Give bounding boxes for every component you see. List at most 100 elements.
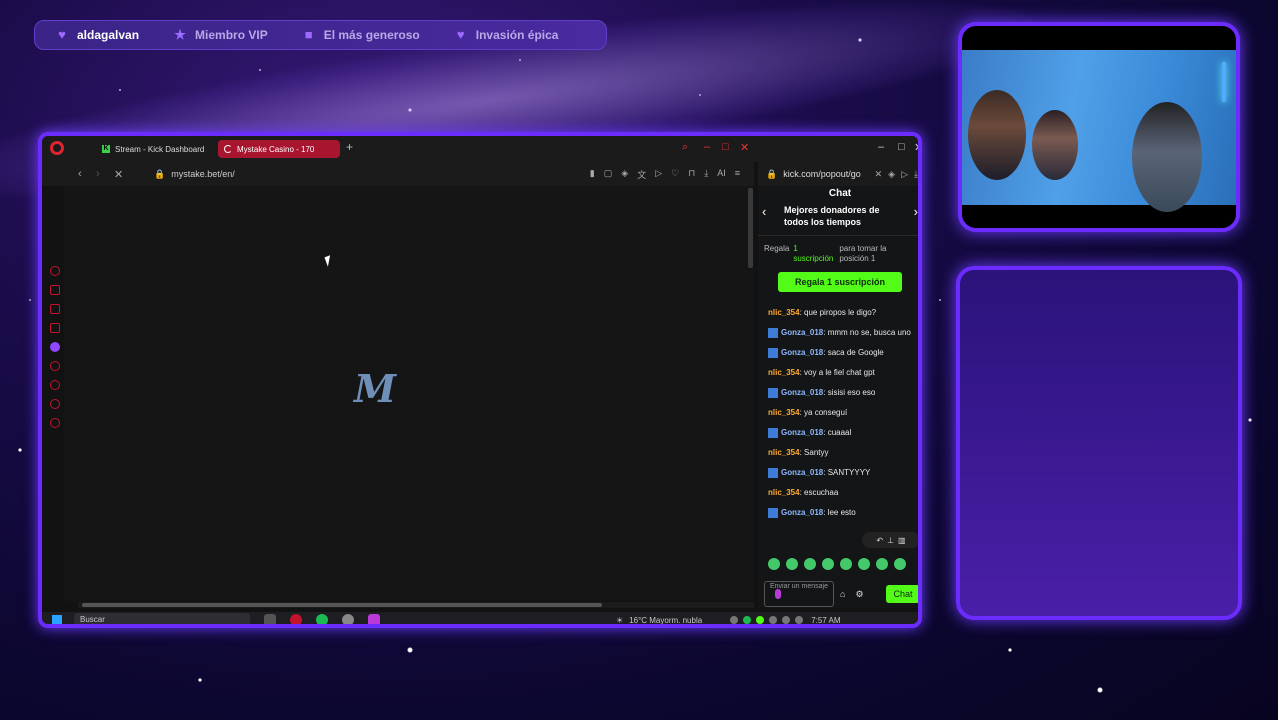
sidebar-settings-icon[interactable] [50,418,60,428]
opera-logo-icon[interactable] [50,141,64,155]
close-button-2[interactable]: ✕ [914,141,918,154]
sidebar-instagram-icon[interactable] [50,323,60,333]
chat-username[interactable]: nlic_354 [768,408,800,417]
emote-icon[interactable] [894,558,906,570]
tray-icon[interactable] [769,616,778,624]
chat-username[interactable]: Gonza_018 [781,388,823,397]
address-bar: ‹ › ✕ 🔒 mystake.bet/en/ ▮ ▢ ◈ 文 ▷ ♡ ⊓ ⤓ … [42,162,754,186]
tray-icon[interactable] [756,616,765,624]
tray-icon[interactable] [730,616,739,624]
mic-icon[interactable] [775,589,781,599]
shield-icon[interactable]: ◈ [888,169,895,180]
weather-widget[interactable]: ☀ 16°C Mayorm. nubla [616,616,702,625]
new-tab-button[interactable]: + [346,140,353,154]
vertical-scrollbar[interactable] [748,188,753,268]
back-button[interactable]: ‹ [78,168,96,180]
minimize-button[interactable]: – [704,141,710,153]
heart-icon: ♥ [58,27,66,42]
chat-username[interactable]: Gonza_018 [781,428,823,437]
person-figure [1032,110,1078,180]
delete-icon[interactable]: ▥ [898,536,906,545]
emote-icon[interactable] [876,558,888,570]
user-badge-icon [768,388,778,398]
chat-message: nlic_354: que piropos le digo? [768,308,877,317]
windows-start-icon[interactable] [52,615,62,624]
pin-icon[interactable]: ⊥ [887,536,894,545]
chevron-right-icon[interactable]: › [914,204,918,219]
taskbar-apps [264,614,380,624]
chat-username[interactable]: nlic_354 [768,368,800,377]
maximize-button[interactable]: □ [722,141,729,153]
sidebar-twitch-icon[interactable] [50,342,60,352]
chat-username[interactable]: Gonza_018 [781,468,823,477]
shield-icon[interactable]: ◈ [621,168,628,181]
emote-icon[interactable] [786,558,798,570]
translate-icon[interactable]: 文 [637,168,646,181]
chat-username[interactable]: nlic_354 [768,448,800,457]
download-icon[interactable]: ⤓ [704,168,708,181]
taskbar-clock: 7:57 AM [811,615,841,625]
ai-button[interactable]: AI [717,168,726,181]
close-icon[interactable]: ✕ [875,169,883,180]
obs-icon[interactable] [342,614,354,624]
sidebar-messenger-icon[interactable] [50,304,60,314]
wallet-icon[interactable]: ⊓ [688,168,695,181]
download-icon[interactable]: ⤓ [914,169,918,180]
chat-username[interactable]: nlic_354 [768,488,800,497]
chat-send-button[interactable]: Chat [886,585,918,603]
store-icon[interactable]: ⌂ [840,589,845,600]
bookmark-icon[interactable]: ▮ [590,168,595,181]
url-field[interactable]: 🔒 mystake.bet/en/ [154,169,235,180]
stop-button[interactable]: ✕ [114,168,132,181]
gear-icon[interactable]: ⚙ [855,589,863,600]
chat-username[interactable]: Gonza_018 [781,508,823,517]
minimize-button-2[interactable]: – [878,141,884,153]
sidebar-wallet-icon[interactable] [50,285,60,295]
chat-username[interactable]: Gonza_018 [781,348,823,357]
chat-username[interactable]: nlic_354 [768,308,800,317]
chat-messages: nlic_354: que piropos le digo? Gonza_018:… [758,308,918,528]
emote-icon[interactable] [804,558,816,570]
play-icon[interactable]: ▷ [655,168,662,181]
tray-icon[interactable] [743,616,752,624]
user-badge-icon [768,328,778,338]
opera-taskbar-icon[interactable] [290,614,302,624]
emote-icon[interactable] [822,558,834,570]
taskbar-search[interactable]: Buscar [74,613,250,624]
maximize-button-2[interactable]: □ [898,141,905,153]
heart-icon[interactable]: ♡ [671,168,679,181]
chat-input-row: Enviar un mensaje ⌂ ⚙ Chat [764,580,918,608]
snapshot-icon[interactable]: ▢ [604,168,613,181]
emote-icon[interactable] [840,558,852,570]
chat-text: que piropos le digo? [804,308,877,317]
search-icon[interactable]: ⌕ [682,141,688,154]
tray-icon[interactable] [782,616,791,624]
chat-username[interactable]: Gonza_018 [781,328,823,337]
chat-url[interactable]: kick.com/popout/go [783,169,861,179]
close-button[interactable]: ✕ [740,141,749,154]
tab-kick-dashboard[interactable]: K Stream - Kick Dashboard [96,140,214,158]
chat-input[interactable]: Enviar un mensaje [764,581,834,607]
gift-subscription-button[interactable]: Regala 1 suscripción [778,272,902,292]
sidebar-history-icon[interactable] [50,380,60,390]
spotify-icon[interactable] [316,614,328,624]
sidebar-pin-icon[interactable] [50,399,60,409]
tab-mystake[interactable]: Mystake Casino - 170 [218,140,340,158]
horizontal-scrollbar[interactable] [78,602,754,608]
lock-icon: 🔒 [154,168,166,179]
task-view-icon[interactable] [264,614,276,624]
play-icon[interactable]: ▷ [901,169,908,180]
sidebar-player-icon[interactable] [50,361,60,371]
scroll-thumb[interactable] [82,603,602,607]
emote-icon[interactable] [768,558,780,570]
chevron-left-icon[interactable]: ‹ [762,204,766,219]
instagram-icon[interactable] [368,614,380,624]
tray-icon[interactable] [795,616,804,624]
reply-icon[interactable]: ↶ [876,536,883,545]
led-light [1222,62,1226,102]
chat-tools: ⌂ ⚙ [840,589,864,600]
sidebar-opera-icon[interactable] [50,266,60,276]
menu-icon[interactable]: ≡ [735,168,740,181]
forward-button[interactable]: › [96,168,114,180]
emote-icon[interactable] [858,558,870,570]
